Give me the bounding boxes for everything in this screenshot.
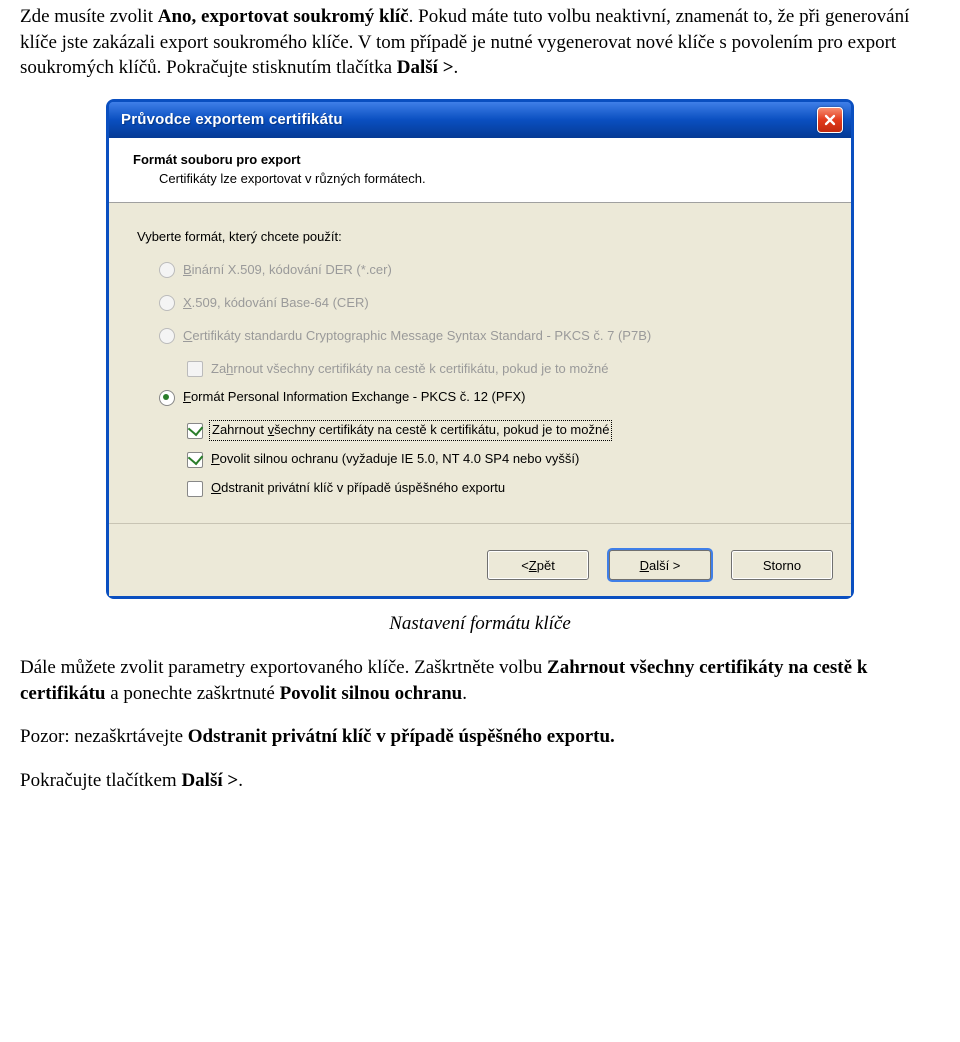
text: a ponechte zaškrtnuté	[105, 683, 279, 704]
checkbox-label: Povolit silnou ochranu (vyžaduje IE 5.0,…	[211, 451, 579, 468]
close-icon	[824, 114, 836, 126]
next-button[interactable]: Další >	[609, 550, 711, 580]
text-bold: Povolit silnou ochranu	[280, 683, 463, 704]
content-lead: Vyberte formát, který chcete použít:	[137, 229, 823, 244]
titlebar: Průvodce exportem certifikátu	[109, 102, 851, 138]
text: Zde musíte zvolit	[20, 6, 158, 27]
text: .	[454, 57, 459, 78]
radio-icon	[159, 390, 175, 406]
text: Dále můžete zvolit parametry exportované…	[20, 657, 547, 678]
checkbox-strong-protection[interactable]: Povolit silnou ochranu (vyžaduje IE 5.0,…	[187, 451, 823, 468]
paragraph-4: Pokračujte tlačítkem Další >.	[20, 768, 940, 794]
text: Pokračujte tlačítkem	[20, 770, 181, 791]
radio-icon	[159, 295, 175, 311]
paragraph-3: Pozor: nezaškrtávejte Odstranit privátní…	[20, 724, 940, 750]
radio-icon	[159, 262, 175, 278]
checkbox-icon	[187, 423, 203, 439]
text-bold: Odstranit privátní klíč v případě úspěšn…	[188, 726, 615, 747]
checkbox-icon	[187, 481, 203, 497]
figure-caption: Nastavení formátu klíče	[20, 613, 940, 635]
checkbox-pkcs7-include: Zahrnout všechny certifikáty na cestě k …	[187, 361, 823, 378]
close-button[interactable]	[817, 107, 843, 133]
radio-pkcs7: Certifikáty standardu Cryptographic Mess…	[159, 328, 823, 345]
checkbox-icon	[187, 361, 203, 377]
wizard-content: Vyberte formát, který chcete použít: Bin…	[109, 203, 851, 523]
back-button[interactable]: < Zpět	[487, 550, 589, 580]
text-bold: Další >	[397, 57, 454, 78]
radio-label: Formát Personal Information Exchange - P…	[183, 389, 525, 406]
wizard-header-subtitle: Certifikáty lze exportovat v různých for…	[159, 171, 827, 186]
wizard-header: Formát souboru pro export Certifikáty lz…	[109, 138, 851, 203]
checkbox-label: Odstranit privátní klíč v případě úspěšn…	[211, 480, 505, 497]
radio-label: Binární X.509, kódování DER (*.cer)	[183, 262, 392, 279]
text: .	[462, 683, 467, 704]
text-bold: Ano, exportovat soukromý klíč	[158, 6, 409, 27]
text: .	[238, 770, 243, 791]
checkbox-label: Zahrnout všechny certifikáty na cestě k …	[211, 361, 608, 378]
intro-paragraph: Zde musíte zvolit Ano, exportovat soukro…	[20, 4, 940, 81]
cancel-button[interactable]: Storno	[731, 550, 833, 580]
wizard-body: Formát souboru pro export Certifikáty lz…	[109, 138, 851, 596]
radio-icon	[159, 328, 175, 344]
radio-der: Binární X.509, kódování DER (*.cer)	[159, 262, 823, 279]
radio-label: X.509, kódování Base-64 (CER)	[183, 295, 369, 312]
text: Pozor: nezaškrtávejte	[20, 726, 188, 747]
wizard-dialog: Průvodce exportem certifikátu Formát sou…	[106, 99, 854, 599]
radio-label: Certifikáty standardu Cryptographic Mess…	[183, 328, 651, 345]
paragraph-2: Dále můžete zvolit parametry exportované…	[20, 655, 940, 706]
wizard-header-title: Formát souboru pro export	[133, 152, 827, 167]
radio-base64: X.509, kódování Base-64 (CER)	[159, 295, 823, 312]
checkbox-icon	[187, 452, 203, 468]
checkbox-label: Zahrnout všechny certifikáty na cestě k …	[211, 422, 610, 439]
wizard-buttons: < Zpět Další > Storno	[109, 523, 851, 596]
window-title: Průvodce exportem certifikátu	[121, 111, 817, 128]
radio-pfx[interactable]: Formát Personal Information Exchange - P…	[159, 389, 823, 406]
checkbox-delete-private-key[interactable]: Odstranit privátní klíč v případě úspěšn…	[187, 480, 823, 497]
checkbox-include-chain[interactable]: Zahrnout všechny certifikáty na cestě k …	[187, 422, 823, 439]
text-bold: Další >	[181, 770, 238, 791]
